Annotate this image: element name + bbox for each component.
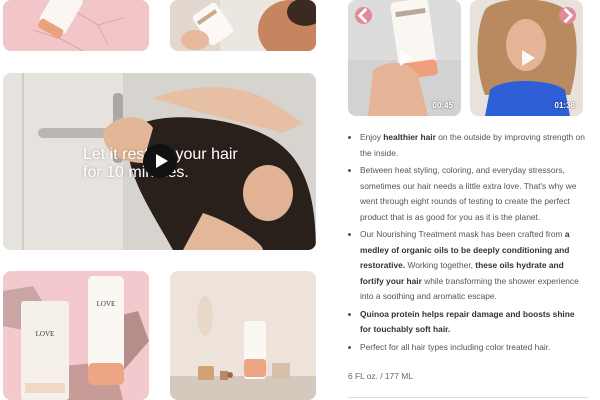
feature-bullet: Our Nourishing Treatment mask has been c… (360, 227, 586, 305)
chevron-left-icon (357, 7, 368, 24)
play-icon (143, 144, 177, 178)
product-image (170, 0, 316, 51)
feature-bullet: Enjoy healthier hair on the outside by i… (360, 130, 586, 161)
play-button[interactable] (516, 47, 538, 69)
play-icon (521, 50, 535, 66)
product-size: 6 FL oz. / 177 ML (348, 371, 413, 381)
video-duration: 00:45 (432, 101, 453, 110)
next-button[interactable] (559, 7, 576, 24)
video-card[interactable]: 01:36 (470, 0, 583, 116)
play-button[interactable] (143, 144, 177, 178)
play-icon (399, 50, 413, 66)
divider (348, 397, 588, 398)
feature-bullet: Between heat styling, coloring, and ever… (360, 163, 586, 225)
product-image (170, 271, 316, 400)
brand-logo: LOVE (97, 300, 116, 308)
svg-text:LOVE: LOVE (36, 330, 55, 338)
previous-button[interactable] (355, 7, 372, 24)
feature-bullet: Perfect for all hair types including col… (360, 340, 586, 356)
main-video[interactable]: Let it rest on your hair for 10 minutes. (3, 73, 316, 250)
feature-bullet: Quinoa protein helps repair damage and b… (360, 307, 586, 338)
feature-list: Enjoy healthier hair on the outside by i… (348, 130, 586, 355)
chevron-right-icon (563, 7, 574, 24)
product-image: LOVE LOVE (3, 271, 149, 400)
product-image (3, 0, 149, 51)
gallery-thumbnail[interactable]: LOVE LOVE (3, 271, 149, 400)
product-description: Enjoy healthier hair on the outside by i… (348, 130, 586, 357)
gallery-thumbnail[interactable] (170, 271, 316, 400)
video-duration: 01:36 (554, 101, 575, 110)
video-card[interactable]: 00:45 (348, 0, 461, 116)
play-button[interactable] (394, 47, 416, 69)
gallery-thumbnail[interactable] (3, 0, 149, 51)
gallery-thumbnail[interactable] (170, 0, 316, 51)
